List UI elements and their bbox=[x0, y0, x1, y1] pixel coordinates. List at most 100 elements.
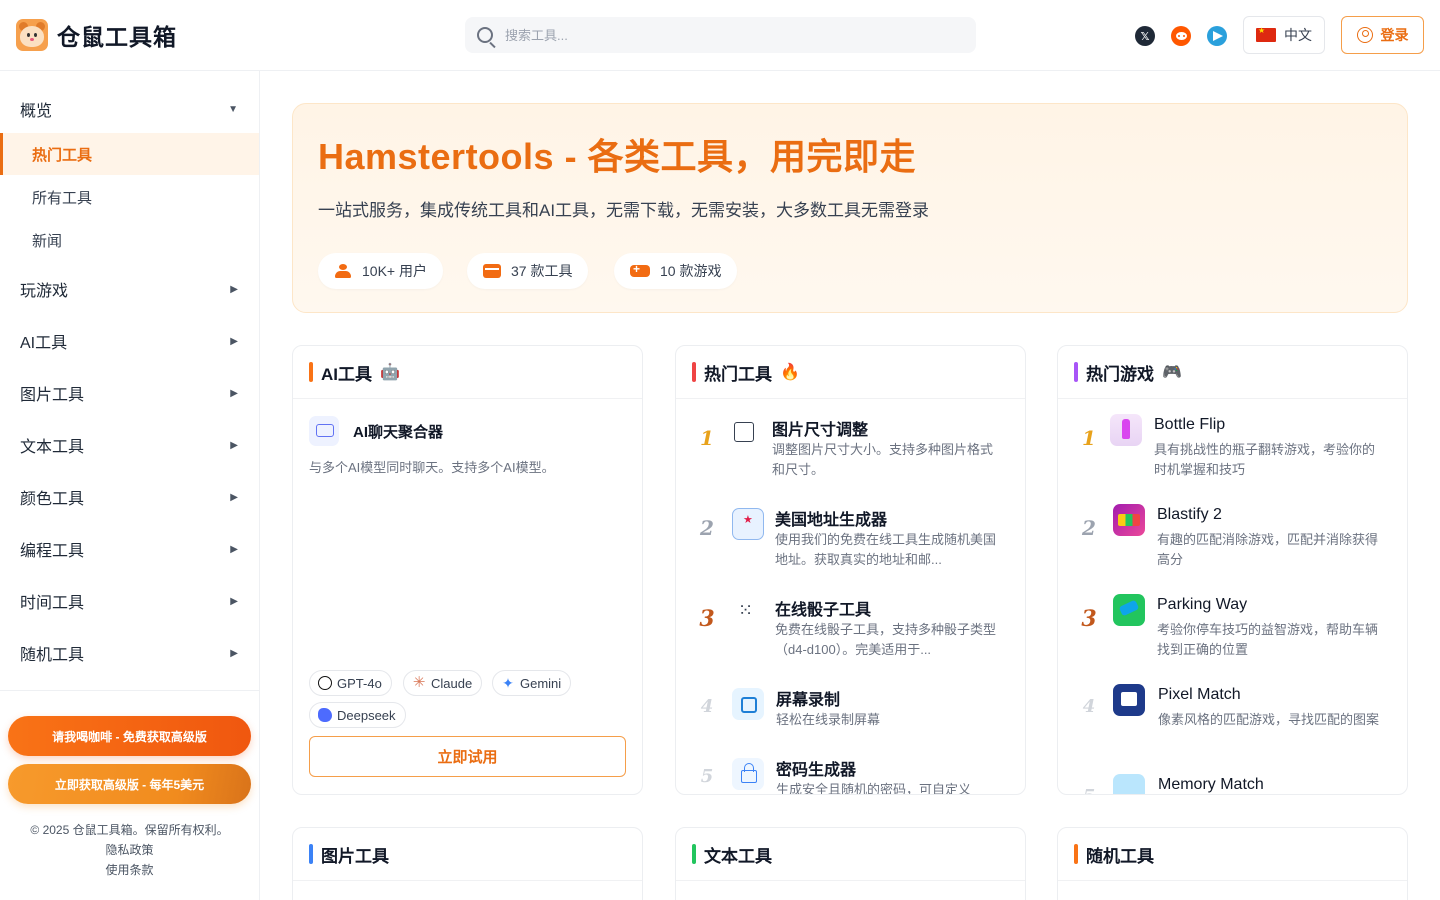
hot-game-item[interactable]: 3 Parking Way 考验你停车技巧的益智游戏，帮助车辆找到正确的位置 bbox=[1078, 594, 1398, 668]
sidebar-group-label: AI工具 bbox=[20, 335, 68, 352]
rank-number: 4 bbox=[1082, 696, 1096, 717]
blastify-icon bbox=[1113, 504, 1145, 536]
users-icon bbox=[334, 264, 352, 278]
sidebar-group-overview[interactable]: 概览 ▼ bbox=[0, 89, 259, 129]
sidebar-group-games[interactable]: 玩游戏 ▶ bbox=[0, 269, 259, 309]
model-chip-claude: ✳ Claude bbox=[403, 670, 483, 696]
sidebar-group-color-tools[interactable]: 颜色工具 ▶ bbox=[0, 477, 259, 517]
card-title: 文本工具 bbox=[704, 846, 772, 866]
hot-tool-item[interactable]: 1 图片尺寸调整 调整图片尺寸大小。支持多种图片格式和尺寸。 bbox=[696, 418, 1016, 488]
x-twitter-icon[interactable]: 𝕏 bbox=[1135, 26, 1155, 46]
deepseek-icon bbox=[318, 708, 332, 722]
language-button[interactable]: 中文 bbox=[1243, 16, 1325, 54]
game-name: Parking Way bbox=[1157, 596, 1248, 613]
card-accent-bar bbox=[309, 362, 313, 382]
stat-tools: 37 款工具 bbox=[467, 253, 589, 289]
tool-name: 美国地址生成器 bbox=[775, 512, 888, 529]
text-tools-card: 文本工具 bbox=[675, 827, 1026, 900]
caret-right-icon: ▶ bbox=[230, 543, 238, 555]
ai-chat-aggregator-item[interactable]: AI聊天聚合器 bbox=[309, 416, 443, 446]
card-accent-bar bbox=[1074, 844, 1078, 864]
chat-icon bbox=[309, 416, 339, 446]
hot-game-item[interactable]: 5 Memory Match bbox=[1078, 774, 1398, 794]
tool-name: 密码生成器 bbox=[776, 762, 857, 779]
rank-number: 5 bbox=[1078, 786, 1100, 794]
hot-game-item[interactable]: 4 Pixel Match 像素风格的匹配游戏，寻找匹配的图案 bbox=[1078, 684, 1398, 758]
card-title: AI工具 bbox=[321, 364, 372, 384]
logo-text: 仓鼠工具箱 bbox=[57, 24, 177, 50]
card-accent-bar bbox=[692, 844, 696, 864]
try-now-button[interactable]: 立即试用 bbox=[309, 736, 626, 777]
telegram-icon[interactable] bbox=[1207, 26, 1227, 46]
tool-desc: 调整图片尺寸大小。支持多种图片格式和尺寸。 bbox=[772, 442, 994, 477]
search-icon bbox=[477, 27, 493, 43]
sidebar-group-label: 颜色工具 bbox=[20, 491, 85, 508]
game-name: Pixel Match bbox=[1158, 686, 1241, 703]
hot-tool-item[interactable]: 4 屏幕录制 轻松在线录制屏幕 bbox=[696, 688, 1016, 758]
game-name: Bottle Flip bbox=[1154, 416, 1226, 433]
hero-title: Hamstertools - 各类工具，用完即走 bbox=[318, 136, 917, 177]
game-name: Blastify 2 bbox=[1157, 506, 1222, 523]
sidebar-group-coding-tools[interactable]: 编程工具 ▶ bbox=[0, 529, 259, 569]
card-accent-bar bbox=[692, 362, 696, 382]
tool-name: 图片尺寸调整 bbox=[772, 422, 869, 439]
sidebar-group-text-tools[interactable]: 文本工具 ▶ bbox=[0, 425, 259, 465]
hot-tool-item[interactable]: 5 密码生成器 生成安全且随机的密码，可自定义 bbox=[696, 758, 1016, 794]
privacy-link[interactable]: 隐私政策 bbox=[0, 840, 259, 860]
model-label: Claude bbox=[431, 675, 473, 691]
footer-links: © 2025 仓鼠工具箱。保留所有权利。 隐私政策 使用条款 bbox=[0, 820, 259, 880]
claude-icon: ✳ bbox=[412, 674, 426, 691]
sidebar-group-random-tools[interactable]: 随机工具 ▶ bbox=[0, 633, 259, 673]
stat-users-label: 10K+ 用户 bbox=[362, 263, 427, 279]
login-button[interactable]: 登录 bbox=[1341, 16, 1424, 54]
sidebar-group-image-tools[interactable]: 图片工具 ▶ bbox=[0, 373, 259, 413]
hot-tool-item[interactable]: 2 美国地址生成器 使用我们的免费在线工具生成随机美国地址。获取真实的地址和邮.… bbox=[696, 508, 1016, 578]
rank-number: 5 bbox=[700, 766, 714, 787]
search-input[interactable] bbox=[505, 27, 945, 43]
lock-icon bbox=[732, 758, 764, 790]
hot-games-card: 热门游戏 🎮 1 Bottle Flip 具有挑战性的瓶子翻转游戏，考验你的时机… bbox=[1057, 345, 1408, 795]
hot-tool-item[interactable]: 3 在线骰子工具 免费在线骰子工具，支持多种骰子类型（d4-d100）。完美适用… bbox=[696, 598, 1016, 668]
sidebar-group-time-tools[interactable]: 时间工具 ▶ bbox=[0, 581, 259, 621]
reddit-icon[interactable] bbox=[1171, 26, 1191, 46]
language-label: 中文 bbox=[1284, 27, 1312, 43]
calendar-icon bbox=[483, 264, 501, 278]
ai-item-name: AI聊天聚合器 bbox=[353, 423, 444, 441]
fire-icon: 🔥 bbox=[780, 364, 800, 381]
dice-icon bbox=[732, 598, 764, 630]
rank-number: 4 bbox=[700, 696, 714, 717]
hot-tools-card: 热门工具 🔥 1 图片尺寸调整 调整图片尺寸大小。支持多种图片格式和尺寸。 2 … bbox=[675, 345, 1026, 795]
game-desc: 有趣的匹配消除游戏，匹配并消除获得高分 bbox=[1157, 532, 1379, 567]
rank-number: 2 bbox=[1082, 516, 1096, 540]
sidebar-group-label: 玩游戏 bbox=[20, 283, 69, 300]
tool-desc: 免费在线骰子工具，支持多种骰子类型（d4-d100）。完美适用于... bbox=[775, 622, 997, 657]
caret-down-icon: ▼ bbox=[228, 103, 238, 115]
model-label: Deepseek bbox=[337, 707, 396, 723]
pixel-match-icon bbox=[1113, 684, 1145, 716]
sidebar-item-news[interactable]: 新闻 bbox=[0, 219, 259, 261]
sidebar-group-ai-tools[interactable]: AI工具 ▶ bbox=[0, 321, 259, 361]
caret-right-icon: ▶ bbox=[230, 283, 238, 295]
tool-desc: 轻松在线录制屏幕 bbox=[776, 712, 881, 727]
hamster-logo-icon bbox=[16, 19, 48, 51]
bottle-flip-icon bbox=[1110, 414, 1142, 446]
logo[interactable]: 仓鼠工具箱 bbox=[16, 18, 177, 52]
hero-subtitle: 一站式服务，集成传统工具和AI工具，无需下载，无需安装，大多数工具无需登录 bbox=[318, 201, 930, 220]
hot-game-item[interactable]: 2 Blastify 2 有趣的匹配消除游戏，匹配并消除获得高分 bbox=[1078, 504, 1398, 578]
search-bar[interactable] bbox=[465, 17, 976, 53]
model-chip-gemini: ✦ Gemini bbox=[492, 670, 572, 696]
sidebar-item-all-tools[interactable]: 所有工具 bbox=[0, 176, 259, 218]
get-premium-button[interactable]: 立即获取高级版 - 每年5美元 bbox=[8, 764, 251, 804]
caret-right-icon: ▶ bbox=[230, 491, 238, 503]
hot-game-item[interactable]: 1 Bottle Flip 具有挑战性的瓶子翻转游戏，考验你的时机掌握和技巧 bbox=[1078, 414, 1398, 488]
card-title: 图片工具 bbox=[321, 846, 389, 866]
card-header: 热门游戏 🎮 bbox=[1058, 346, 1407, 399]
card-header: 文本工具 bbox=[676, 828, 1025, 881]
rank-number: 1 bbox=[1082, 426, 1096, 450]
terms-link[interactable]: 使用条款 bbox=[0, 860, 259, 880]
buy-coffee-button[interactable]: 请我喝咖啡 - 免费获取高级版 bbox=[8, 716, 251, 756]
stat-games: 10 款游戏 bbox=[614, 253, 738, 289]
sidebar-item-hot-tools[interactable]: 热门工具 bbox=[0, 133, 259, 175]
game-desc: 具有挑战性的瓶子翻转游戏，考验你的时机掌握和技巧 bbox=[1154, 442, 1376, 477]
card-title: 热门工具 bbox=[704, 364, 772, 384]
